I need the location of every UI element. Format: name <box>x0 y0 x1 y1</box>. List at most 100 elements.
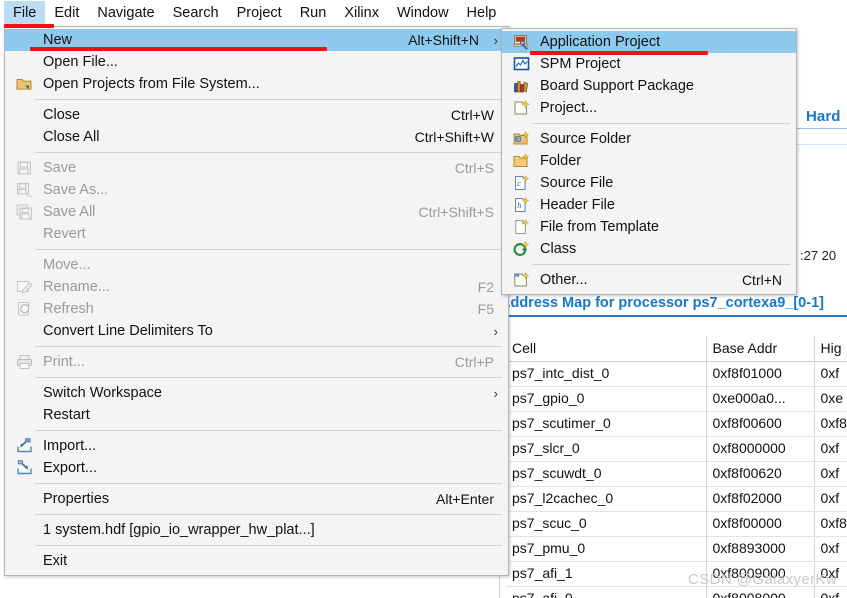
cell-name: ps7_l2cachec_0 <box>506 486 707 512</box>
file-menu-item-restart[interactable]: Restart <box>5 404 508 426</box>
cell-base-addr: 0xf8893000 <box>706 536 815 562</box>
menubar-item-edit[interactable]: Edit <box>45 1 88 26</box>
menu-item-label: Save All <box>43 204 96 220</box>
new-submenu-item-other[interactable]: Other... Ctrl+N <box>502 269 796 291</box>
table-row: ps7_slcr_0 0xf8000000 0xf <box>506 436 847 462</box>
menu-item-accelerator: Ctrl+W <box>450 107 494 123</box>
file-menu-item-switch-workspace[interactable]: Switch Workspace › <box>5 382 508 404</box>
eclipse-sdk-window: Hard :27 20 Address Map for processor ps… <box>0 0 847 598</box>
new-submenu-item-source-file[interactable]: c Source File <box>502 172 796 194</box>
refresh-icon <box>16 301 33 318</box>
file-menu-item-save-as: Save As... <box>5 179 508 201</box>
address-map-rule <box>500 315 847 317</box>
file-menu-item-close-all[interactable]: Close All Ctrl+Shift+W <box>5 126 508 148</box>
menu-item-label: Header File <box>540 197 615 213</box>
cell-high-addr: 0xf <box>814 586 847 598</box>
menu-item-label: Open File... <box>43 54 118 70</box>
menu-item-label: Application Project <box>540 34 661 50</box>
file-menu-item-export[interactable]: Export... <box>5 457 508 479</box>
menubar-item-window[interactable]: Window <box>388 1 458 26</box>
new-folder-icon <box>513 152 530 170</box>
new-submenu-item-class[interactable]: Class <box>502 238 796 260</box>
cell-name: ps7_scutimer_0 <box>506 411 707 437</box>
menubar-item-help[interactable]: Help <box>458 1 506 26</box>
menubar-item-navigate[interactable]: Navigate <box>88 1 163 26</box>
menu-item-accelerator: Ctrl+S <box>454 160 494 176</box>
cell-base-addr: 0xf8f00600 <box>706 411 815 437</box>
menu-item-label: Import... <box>43 438 97 454</box>
menu-item-label: Close All <box>43 129 100 145</box>
cell-high-addr: 0xf <box>814 536 847 562</box>
folder-open-icon <box>16 76 33 93</box>
table-row: ps7_l2cachec_0 0xf8f02000 0xf <box>506 486 847 512</box>
menubar-item-xilinx[interactable]: Xilinx <box>335 1 388 26</box>
menu-separator <box>35 346 502 347</box>
cell-base-addr: 0xe000a0... <box>706 386 815 412</box>
new-submenu-item-file-from-template[interactable]: File from Template <box>502 216 796 238</box>
save-as-icon <box>16 182 33 199</box>
menubar-item-run[interactable]: Run <box>291 1 336 26</box>
menu-item-label: Convert Line Delimiters To <box>43 323 213 339</box>
file-menu-item-rename: Rename... F2 <box>5 276 508 298</box>
cell-base-addr: 0xf8008000 <box>706 586 815 598</box>
new-submenu-item-board-support-package[interactable]: Board Support Package <box>502 75 796 97</box>
menu-item-label: Save <box>43 160 77 176</box>
file-menu-item-save: Save Ctrl+S <box>5 157 508 179</box>
file-menu-item-properties[interactable]: Properties Alt+Enter <box>5 488 508 510</box>
cell-name: ps7_intc_dist_0 <box>506 361 707 387</box>
save-all-icon <box>16 204 33 221</box>
table-row: ps7_scuwdt_0 0xf8f00620 0xf <box>506 461 847 487</box>
svg-text:c: c <box>517 179 521 188</box>
menu-item-label: Close <box>43 107 81 123</box>
table-row: ps7_intc_dist_0 0xf8f01000 0xf <box>506 361 847 387</box>
file-menu-item-1-system-hdf-gpio-io-wrapper-hw-plat[interactable]: 1 system.hdf [gpio_io_wrapper_hw_plat...… <box>5 519 508 541</box>
menu-separator <box>532 123 790 124</box>
menu-item-accelerator: Alt+Shift+N <box>408 32 479 48</box>
file-menu-item-exit[interactable]: Exit <box>5 550 508 572</box>
file-menu-item-convert-line-delimiters-to[interactable]: Convert Line Delimiters To › <box>5 320 508 342</box>
bsp-icon <box>513 78 530 95</box>
menu-item-label: Revert <box>43 226 86 242</box>
cell-base-addr: 0xf8f00000 <box>706 511 815 537</box>
cell-name: ps7_afi_0 <box>506 586 707 598</box>
new-submenu-item-header-file[interactable]: h Header File <box>502 194 796 216</box>
annotation-underline-new <box>30 47 327 51</box>
file-menu-dropdown[interactable]: New Alt+Shift+N › Open File... Open Projects… <box>4 26 509 576</box>
file-menu-item-open-file[interactable]: Open File... <box>5 51 508 73</box>
new-submenu-item-application-project[interactable]: Application Project <box>502 31 796 53</box>
menu-item-label: Source Folder <box>540 131 632 147</box>
menu-separator <box>35 152 502 153</box>
cell-name: ps7_afi_1 <box>506 561 707 587</box>
menu-item-label: Exit <box>43 553 68 569</box>
annotation-underline-application-project <box>530 51 708 55</box>
menubar-item-project[interactable]: Project <box>228 1 291 26</box>
menubar-item-file[interactable]: File <box>4 0 46 26</box>
file-template-icon <box>513 218 530 236</box>
menu-item-accelerator: F2 <box>477 279 494 295</box>
cell-high-addr: 0xf <box>814 486 847 512</box>
cell-base-addr: 0xf8f00620 <box>706 461 815 487</box>
menu-item-label: Save As... <box>43 182 109 198</box>
file-menu-item-close[interactable]: Close Ctrl+W <box>5 104 508 126</box>
file-menu-item-print: Print... Ctrl+P <box>5 351 508 373</box>
new-submenu-item-project[interactable]: Project... <box>502 97 796 119</box>
application-project-icon <box>513 34 530 51</box>
cell-name: ps7_scuwdt_0 <box>506 461 707 487</box>
new-submenu-item-spm-project[interactable]: SPM Project <box>502 53 796 75</box>
other-icon <box>513 271 530 289</box>
hardware-platform-heading: Hard <box>806 108 841 125</box>
new-submenu-item-source-folder[interactable]: c Source Folder <box>502 128 796 150</box>
new-submenu[interactable]: Application Project SPM Project Board Supp… <box>501 28 797 295</box>
menu-item-accelerator: Ctrl+P <box>454 354 494 370</box>
file-menu-item-import[interactable]: Import... <box>5 435 508 457</box>
cell-high-addr: 0xf <box>814 461 847 487</box>
menu-item-accelerator: F5 <box>477 301 494 317</box>
main-menu-bar: File Edit Navigate Search Project Run Xilinx Wi… <box>0 0 847 26</box>
menu-separator <box>35 514 502 515</box>
spm-project-icon <box>513 56 530 73</box>
new-submenu-item-folder[interactable]: Folder <box>502 150 796 172</box>
table-row: ps7_afi_1 0xf8009000 0xf <box>506 561 847 587</box>
menu-separator <box>35 545 502 546</box>
file-menu-item-open-projects-from-file-system[interactable]: Open Projects from File System... <box>5 73 508 95</box>
menubar-item-search[interactable]: Search <box>164 1 228 26</box>
